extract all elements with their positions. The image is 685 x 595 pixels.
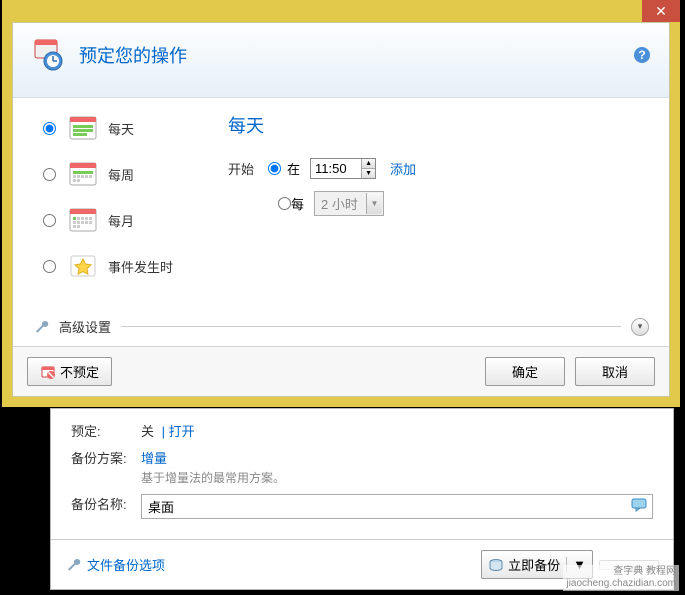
start-label: 开始 <box>228 159 254 178</box>
start-at-label: 在 <box>287 159 300 178</box>
schedule-details: 每天 开始 在 ▲ ▼ 添加 <box>228 112 639 296</box>
close-button[interactable]: ✕ <box>642 0 680 22</box>
every-row: 每 2 小时 ▼ <box>228 191 639 216</box>
frequency-event-row[interactable]: 事件发生时 <box>43 250 228 282</box>
calendar-weekly-icon <box>68 159 98 189</box>
watermark-line2: jiaocheng.chazidian.com <box>566 578 676 590</box>
help-icon[interactable]: ? <box>633 46 651 64</box>
spinner-down-icon[interactable]: ▼ <box>361 169 375 178</box>
svg-text:?: ? <box>638 48 645 62</box>
calendar-monthly-icon <box>68 205 98 235</box>
wrench-icon <box>65 557 81 573</box>
scheme-value[interactable]: 增量 <box>141 448 653 467</box>
backup-now-label: 立即备份 <box>508 555 560 574</box>
name-row: 备份名称: <box>71 494 653 519</box>
dialog-inner: 预定您的操作 ? 每天 <box>12 22 670 397</box>
advanced-row: 高级设置 ▾ <box>13 317 669 346</box>
expand-button[interactable]: ▾ <box>631 318 649 336</box>
separator: | <box>162 424 165 439</box>
name-input-wrap <box>141 494 653 519</box>
watermark-line1: 查字典 教程网 <box>566 566 676 578</box>
schedule-area: 每天 每周 每月 <box>43 112 639 296</box>
frequency-daily-label: 每天 <box>108 119 134 138</box>
time-spinner[interactable]: ▲ ▼ <box>310 158 376 179</box>
frequency-monthly-label: 每月 <box>108 211 134 230</box>
schedule-open-link[interactable]: 打开 <box>169 424 195 439</box>
frequency-monthly-row[interactable]: 每月 <box>43 204 228 236</box>
frequency-monthly-radio[interactable] <box>43 214 56 227</box>
schedule-header-icon <box>31 37 67 73</box>
details-title: 每天 <box>228 112 639 138</box>
chevron-down-icon: ▾ <box>638 321 643 332</box>
settings-panel: 预定: 关 | 打开 备份方案: 增量 基于增量法的最常用方案。 备份名称: <box>50 408 674 590</box>
frequency-event-label: 事件发生时 <box>108 257 173 276</box>
scheme-hint: 基于增量法的最常用方案。 <box>141 469 653 486</box>
frequency-weekly-row[interactable]: 每周 <box>43 158 228 190</box>
frequency-daily-radio[interactable] <box>43 122 56 135</box>
schedule-off-text: 关 <box>141 424 154 439</box>
frequency-weekly-label: 每周 <box>108 165 134 184</box>
settings-content: 预定: 关 | 打开 备份方案: 增量 基于增量法的最常用方案。 备份名称: <box>51 409 673 539</box>
close-icon: ✕ <box>655 4 667 18</box>
dialog-footer: 不预定 确定 取消 <box>13 346 669 396</box>
schedule-row: 预定: 关 | 打开 <box>71 421 653 440</box>
scheme-value-wrap: 增量 基于增量法的最常用方案。 <box>141 448 653 486</box>
dialog-title: 预定您的操作 <box>79 42 187 68</box>
no-schedule-label: 不预定 <box>60 362 99 381</box>
frequency-event-radio[interactable] <box>43 260 56 273</box>
no-schedule-icon <box>40 364 56 380</box>
star-event-icon <box>68 251 98 281</box>
watermark: 查字典 教程网 jiaocheng.chazidian.com <box>563 565 679 591</box>
start-every-radio[interactable] <box>278 197 291 210</box>
ok-button[interactable]: 确定 <box>485 357 565 386</box>
spinner-up-icon[interactable]: ▲ <box>361 159 375 169</box>
advanced-label: 高级设置 <box>59 317 111 336</box>
frequency-column: 每天 每周 每月 <box>43 112 228 296</box>
scheme-label: 备份方案: <box>71 448 141 467</box>
dialog-header: 预定您的操作 ? <box>13 23 669 98</box>
calendar-daily-icon <box>68 113 98 143</box>
disk-icon <box>488 558 504 572</box>
start-at-radio[interactable] <box>268 162 281 175</box>
schedule-value: 关 | 打开 <box>141 421 653 440</box>
start-every-label: 每 <box>291 194 304 213</box>
comment-icon[interactable] <box>631 498 647 512</box>
schedule-label: 预定: <box>71 421 141 440</box>
start-row: 开始 在 ▲ ▼ 添加 <box>228 158 639 179</box>
file-backup-options-link[interactable]: 文件备份选项 <box>87 555 165 574</box>
interval-select[interactable]: 2 小时 ▼ <box>314 191 384 216</box>
chevron-down-icon: ▼ <box>366 193 382 214</box>
spinner-buttons: ▲ ▼ <box>361 159 375 178</box>
scheme-row: 备份方案: 增量 基于增量法的最常用方案。 <box>71 448 653 486</box>
backup-name-input[interactable] <box>141 494 653 519</box>
dialog-body: 每天 每周 每月 <box>13 98 669 317</box>
add-time-link[interactable]: 添加 <box>390 159 416 178</box>
name-label: 备份名称: <box>71 494 141 513</box>
frequency-weekly-radio[interactable] <box>43 168 56 181</box>
interval-value: 2 小时 <box>321 197 358 212</box>
schedule-dialog: ✕ 预定您的操作 ? <box>2 0 680 407</box>
frequency-daily-row[interactable]: 每天 <box>43 112 228 144</box>
divider <box>121 326 621 327</box>
no-schedule-button[interactable]: 不预定 <box>27 357 112 386</box>
cancel-button[interactable]: 取消 <box>575 357 655 386</box>
wrench-icon <box>33 319 49 335</box>
